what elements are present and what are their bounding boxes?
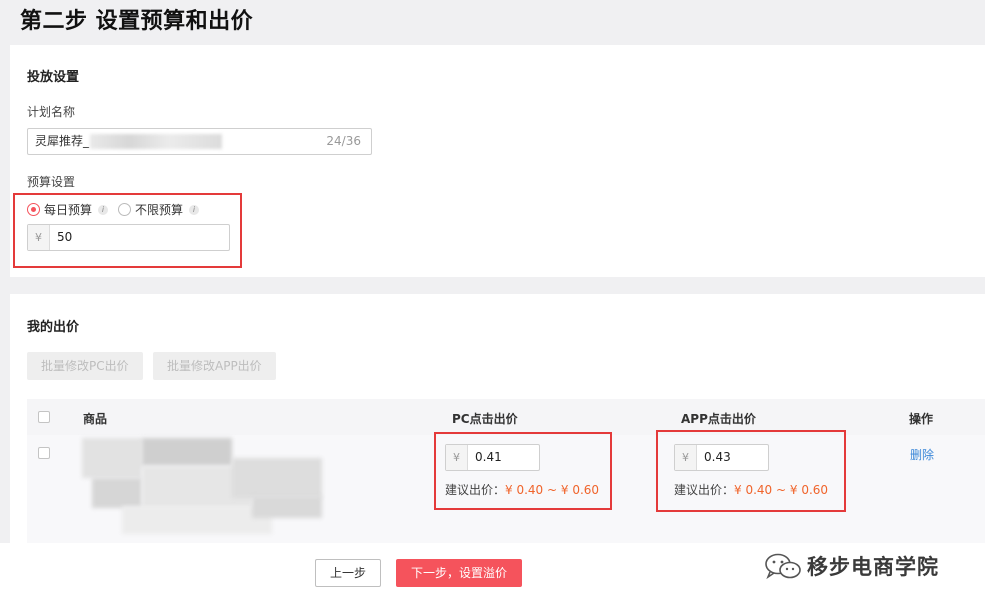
plan-name-value: 灵犀推荐_ [35, 134, 90, 148]
column-pc-bid: PC点击出价 [452, 412, 518, 426]
delete-link[interactable]: 删除 [910, 446, 934, 463]
column-app-bid: APP点击出价 [681, 412, 756, 426]
watermark: 移步电商学院 [763, 551, 939, 581]
plan-name-counter: 24/36 [326, 134, 361, 148]
product-info-redacted [82, 438, 327, 538]
launch-section-title: 投放设置 [27, 70, 80, 85]
plan-name-input[interactable]: 灵犀推荐_ 24/36 [27, 128, 372, 155]
bid-card: 我的出价 批量修改PC出价 批量修改APP出价 商品 PC点击出价 APP点击出… [10, 294, 985, 554]
pc-bid-highlight-box [434, 432, 612, 510]
page-title: 第二步 设置预算和出价 [20, 9, 254, 34]
plan-name-label: 计划名称 [27, 105, 76, 119]
wechat-icon [765, 553, 801, 580]
budget-highlight-box [13, 193, 242, 268]
batch-edit-pc-bid-button[interactable]: 批量修改PC出价 [27, 352, 143, 380]
column-action: 操作 [909, 412, 934, 426]
prev-step-button[interactable]: 上一步 [315, 559, 381, 587]
footer-bar: 上一步 下一步，设置溢价 移步电商学院 [0, 543, 985, 590]
budget-label: 预算设置 [27, 175, 76, 189]
row-checkbox[interactable] [38, 447, 50, 459]
select-all-checkbox[interactable] [38, 411, 50, 423]
next-step-button[interactable]: 下一步，设置溢价 [396, 559, 522, 587]
watermark-text: 移步电商学院 [807, 555, 939, 579]
bid-section-title: 我的出价 [27, 320, 80, 335]
batch-edit-app-bid-button[interactable]: 批量修改APP出价 [153, 352, 276, 380]
app-bid-highlight-box [656, 430, 846, 512]
column-product: 商品 [83, 412, 108, 426]
plan-name-redaction [90, 134, 222, 149]
